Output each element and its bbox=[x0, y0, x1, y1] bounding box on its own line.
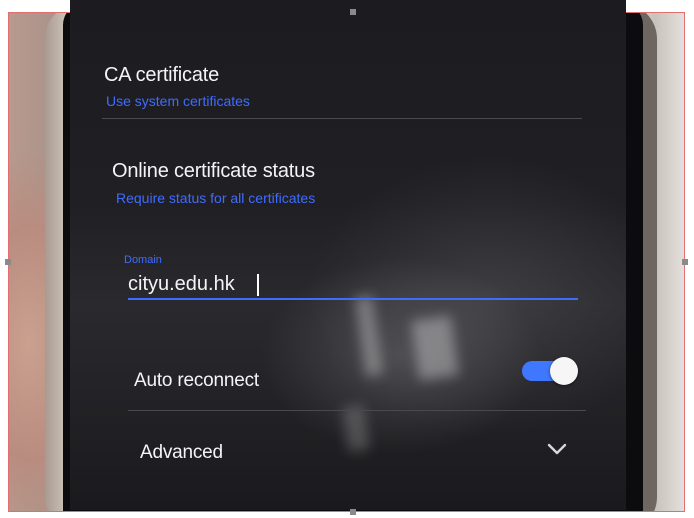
screen-glare bbox=[341, 404, 371, 453]
resize-handle[interactable] bbox=[682, 259, 688, 265]
auto-reconnect-toggle[interactable] bbox=[522, 355, 578, 385]
resize-handle[interactable] bbox=[5, 259, 11, 265]
ca-certificate-title: CA certificate bbox=[104, 64, 220, 86]
auto-reconnect-label: Auto reconnect bbox=[134, 370, 260, 391]
resize-handle[interactable] bbox=[350, 509, 356, 515]
screen-glare bbox=[411, 315, 459, 381]
domain-input[interactable] bbox=[128, 270, 578, 300]
divider bbox=[102, 118, 582, 119]
advanced-label: Advanced bbox=[140, 442, 223, 463]
toggle-knob bbox=[550, 357, 578, 385]
online-certificate-status-value: Require status for all certificates bbox=[116, 190, 316, 206]
chevron-down-icon[interactable] bbox=[546, 438, 568, 460]
divider bbox=[128, 410, 586, 411]
resize-handle[interactable] bbox=[350, 9, 356, 15]
text-caret bbox=[257, 274, 259, 296]
screen-glare bbox=[354, 295, 384, 377]
online-certificate-status-title: Online certificate status bbox=[112, 160, 315, 182]
ca-certificate-value: Use system certificates bbox=[106, 93, 250, 109]
domain-label: Domain bbox=[124, 254, 162, 266]
